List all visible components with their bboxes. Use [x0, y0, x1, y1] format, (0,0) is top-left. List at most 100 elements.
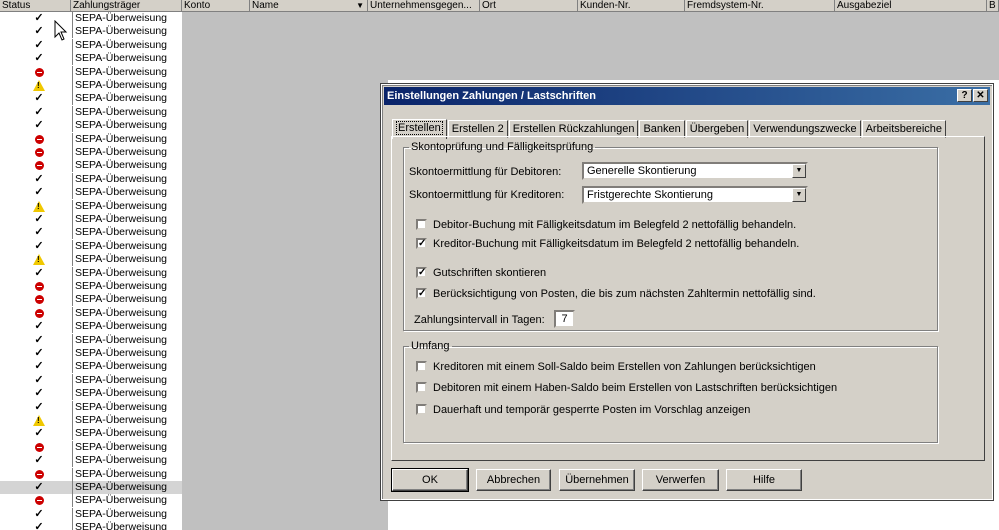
checkmark-icon: ✓	[34, 239, 44, 252]
table-row[interactable]: SEPA-Überweisung	[0, 159, 182, 173]
table-row[interactable]: ✓ SEPA-Überweisung	[0, 213, 182, 226]
checkmark-icon: ✓	[34, 172, 44, 185]
status-cell: ✓	[32, 39, 46, 52]
table-row[interactable]: ✓ SEPA-Überweisung	[0, 92, 182, 106]
table-row[interactable]: ✓ SEPA-Überweisung	[0, 12, 182, 25]
column-header-status[interactable]: Status	[0, 0, 71, 11]
status-cell: ✓	[32, 12, 46, 25]
status-cell: ✓	[32, 320, 46, 333]
table-row[interactable]: SEPA-Überweisung	[0, 253, 182, 267]
status-cell	[32, 293, 46, 306]
table-row[interactable]: SEPA-Überweisung	[0, 65, 182, 79]
table-row[interactable]: ✓ SEPA-Überweisung	[0, 481, 182, 495]
table-row[interactable]: ✓ SEPA-Überweisung	[0, 360, 182, 374]
ok-button[interactable]: OK	[391, 468, 469, 492]
checkmark-icon: ✓	[34, 521, 44, 530]
group-umfang-legend: Umfang	[411, 340, 450, 352]
zahlungstraeger-cell: SEPA-Überweisung	[72, 427, 182, 441]
table-row[interactable]: SEPA-Überweisung	[0, 79, 182, 92]
table-row[interactable]: SEPA-Überweisung	[0, 494, 182, 508]
debitoren-select[interactable]: Generelle Skontierung ▼	[582, 162, 808, 180]
table-row[interactable]: ✓ SEPA-Überweisung	[0, 373, 182, 387]
checkbox-gesperrte-posten-label: Dauerhaft und temporär gesperrte Posten …	[433, 404, 751, 416]
group-skontopruefung-legend: Skontoprüfung und Fälligkeitsprüfung	[411, 141, 594, 153]
table-row[interactable]: ✓ SEPA-Überweisung	[0, 333, 182, 347]
close-icon[interactable]: ✕	[973, 89, 988, 102]
column-header-fremdsystem-nr[interactable]: Fremdsystem-Nr.	[685, 0, 835, 11]
checkbox-gutschriften[interactable]: ✓	[416, 267, 427, 278]
column-header-ausgabeziel[interactable]: Ausgabeziel	[835, 0, 987, 11]
checkbox-kreditoren-soll-saldo[interactable]	[416, 361, 427, 372]
column-header-ort[interactable]: Ort	[480, 0, 578, 11]
column-header-zahlungstraeger[interactable]: Zahlungsträger	[71, 0, 182, 11]
table-row[interactable]: ✓ SEPA-Überweisung	[0, 320, 182, 334]
table-row[interactable]: SEPA-Überweisung	[0, 306, 182, 320]
table-row[interactable]: ✓ SEPA-Überweisung	[0, 387, 182, 401]
zahlungstraeger-cell: SEPA-Überweisung	[72, 105, 182, 119]
table-row[interactable]: ✓ SEPA-Überweisung	[0, 226, 182, 240]
table-row[interactable]: ✓ SEPA-Überweisung	[0, 400, 182, 414]
checkmark-icon: ✓	[34, 213, 44, 225]
error-icon	[34, 148, 44, 157]
error-icon	[34, 308, 44, 318]
checkbox-kreditor-buchung[interactable]: ✓	[416, 238, 427, 249]
chevron-down-icon[interactable]: ▼	[792, 164, 806, 178]
status-cell: ✓	[32, 387, 46, 400]
table-row[interactable]: ✓ SEPA-Überweisung	[0, 239, 182, 253]
table-row[interactable]: ✓ SEPA-Überweisung	[0, 347, 182, 360]
help-icon[interactable]: ?	[957, 89, 972, 102]
kreditoren-select-value: Fristgerechte Skontierung	[587, 189, 713, 201]
zahlungstraeger-cell: SEPA-Überweisung	[72, 387, 182, 401]
checkbox-debitor-buchung[interactable]	[416, 219, 427, 230]
table-row[interactable]: SEPA-Überweisung	[0, 467, 182, 481]
checkbox-debitoren-haben-saldo[interactable]	[416, 382, 427, 393]
zahlungstraeger-cell: SEPA-Überweisung	[72, 400, 182, 414]
table-row[interactable]: SEPA-Überweisung	[0, 293, 182, 307]
dialog-titlebar[interactable]: Einstellungen Zahlungen / Lastschriften …	[384, 87, 990, 105]
table-row[interactable]: ✓ SEPA-Überweisung	[0, 427, 182, 441]
verwerfen-button[interactable]: Verwerfen	[642, 469, 719, 491]
error-icon	[34, 67, 44, 77]
hilfe-button[interactable]: Hilfe	[726, 469, 802, 491]
zahlungstraeger-cell: SEPA-Überweisung	[72, 373, 182, 387]
zahlungstraeger-cell: SEPA-Überweisung	[72, 239, 182, 253]
table-row[interactable]: ✓ SEPA-Überweisung	[0, 186, 182, 200]
table-row[interactable]: ✓ SEPA-Überweisung	[0, 266, 182, 280]
table-row[interactable]: SEPA-Überweisung	[0, 146, 182, 159]
column-header-kunden-nr[interactable]: Kunden-Nr.	[578, 0, 685, 11]
warning-icon	[33, 200, 45, 212]
abbrechen-button[interactable]: Abbrechen	[476, 469, 551, 491]
table-row[interactable]: SEPA-Überweisung	[0, 414, 182, 427]
table-row[interactable]: ✓ SEPA-Überweisung	[0, 25, 182, 39]
table-row[interactable]: SEPA-Überweisung	[0, 199, 182, 213]
zahlungstraeger-cell: SEPA-Überweisung	[72, 481, 182, 494]
kreditoren-select[interactable]: Fristgerechte Skontierung ▼	[582, 186, 808, 204]
status-cell	[32, 441, 46, 454]
status-cell: ✓	[32, 401, 46, 414]
table-row[interactable]: SEPA-Überweisung	[0, 132, 182, 146]
table-row[interactable]: ✓ SEPA-Überweisung	[0, 172, 182, 186]
table-row[interactable]: SEPA-Überweisung	[0, 440, 182, 454]
table-row[interactable]: ✓ SEPA-Überweisung	[0, 507, 182, 521]
uebernehmen-button[interactable]: Übernehmen	[559, 469, 635, 491]
table-row[interactable]: ✓ SEPA-Überweisung	[0, 521, 182, 530]
zahlungsintervall-input[interactable]: 7	[554, 310, 575, 328]
checkbox-gesperrte-posten[interactable]	[416, 404, 427, 415]
column-header-unternehmensgegen[interactable]: Unternehmensgegen...	[368, 0, 480, 11]
column-header-konto[interactable]: Konto	[182, 0, 250, 11]
table-row[interactable]: ✓ SEPA-Überweisung	[0, 119, 182, 133]
status-cell: ✓	[32, 226, 46, 239]
table-row[interactable]: ✓ SEPA-Überweisung	[0, 38, 182, 52]
chevron-down-icon[interactable]: ▼	[792, 188, 806, 202]
column-header-b[interactable]: B	[987, 0, 999, 11]
column-header-name[interactable]: Name ▼	[250, 0, 368, 11]
zahlungstraeger-cell: SEPA-Überweisung	[72, 65, 182, 79]
table-row[interactable]: ✓ SEPA-Überweisung	[0, 52, 182, 66]
dialog-title: Einstellungen Zahlungen / Lastschriften	[387, 90, 597, 102]
table-row[interactable]: SEPA-Überweisung	[0, 280, 182, 293]
table-row[interactable]: ✓ SEPA-Überweisung	[0, 105, 182, 119]
status-cell	[32, 200, 46, 213]
checkbox-debitoren-haben-saldo-label: Debitoren mit einem Haben-Saldo beim Ers…	[433, 382, 838, 394]
checkbox-beruecksichtigung[interactable]: ✓	[416, 288, 427, 299]
table-row[interactable]: ✓ SEPA-Überweisung	[0, 454, 182, 468]
